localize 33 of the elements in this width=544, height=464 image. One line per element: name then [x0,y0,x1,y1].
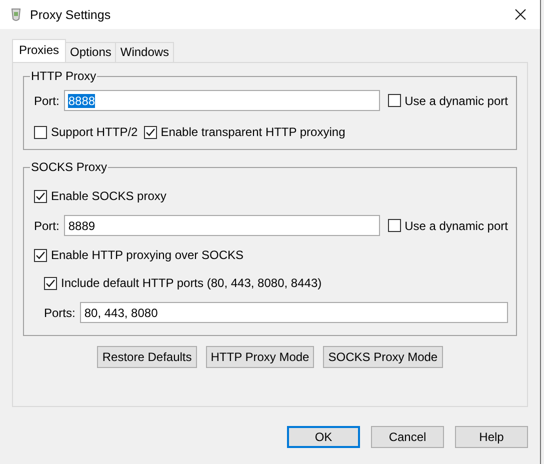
group-title: SOCKS Proxy [30,160,108,174]
checkbox-label: Enable HTTP proxying over SOCKS [51,248,244,262]
button[interactable]: Restore Defaults [97,346,197,368]
checkbox-label: Use a dynamic port [404,218,508,232]
button[interactable]: Cancel [371,426,444,448]
tab[interactable]: Windows [115,42,174,62]
field-label: Port: [34,218,60,232]
input-field[interactable]: 8888 [64,90,380,111]
button[interactable]: Help [455,426,528,448]
button[interactable]: HTTP Proxy Mode [206,346,314,368]
button[interactable]: SOCKS Proxy Mode [323,346,443,368]
app-icon [10,8,22,22]
checkbox[interactable] [34,248,47,262]
checkbox[interactable] [34,190,47,202]
checkbox[interactable] [144,126,157,138]
checkbox[interactable] [388,219,401,232]
tab[interactable]: Proxies [12,39,66,62]
checkbox-label: Enable transparent HTTP proxying [160,125,346,139]
checkbox-label: Support HTTP/2 [51,125,138,139]
checkbox[interactable] [34,126,47,138]
group-title: HTTP Proxy [30,69,98,83]
checkbox-label: Include default HTTP ports (80, 443, 8080, 8443) [61,276,322,290]
checkbox[interactable] [388,94,401,107]
close-icon[interactable] [515,9,526,20]
field-label: Port: [34,94,60,108]
button[interactable]: OK [287,426,360,448]
input-field[interactable]: 8889 [64,215,380,236]
window-title: Proxy Settings [30,8,112,22]
checkbox-label: Enable SOCKS proxy [51,189,166,203]
checkbox-label: Use a dynamic port [404,94,508,108]
checkbox[interactable] [44,276,57,290]
field-label: Ports: [44,306,76,320]
input-field[interactable]: 80, 443, 8080 [80,302,508,323]
